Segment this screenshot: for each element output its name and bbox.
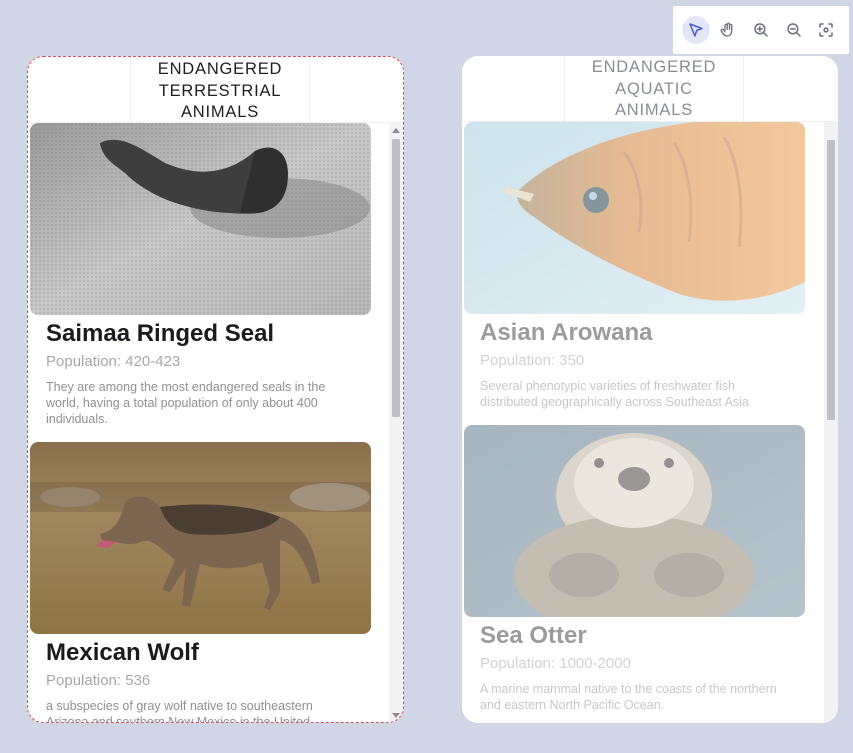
scroll-thumb[interactable] <box>392 139 400 417</box>
panel-title-line: ANIMALS <box>180 103 260 121</box>
animal-name: Saimaa Ringed Seal <box>46 320 275 347</box>
animal-name: Asian Arowana <box>480 319 653 346</box>
animal-name: Mexican Wolf <box>46 639 199 666</box>
fit-screen-icon <box>819 23 834 37</box>
panel-title-line: ENDANGERED <box>157 60 283 78</box>
scroll-up-arrow[interactable] <box>392 128 400 133</box>
animal-description: a subspecies of gray wolf native to sout… <box>46 699 313 722</box>
hand-icon <box>720 22 733 37</box>
animal-description: Several phenotypic varieties of freshwat… <box>480 379 749 409</box>
animal-card[interactable]: Mexican Wolf Population: 536 a subspecie… <box>30 442 371 722</box>
animal-population: Population: 420-423 <box>46 353 181 370</box>
animal-card[interactable]: Asian Arowana Population: 350 Several ph… <box>464 122 805 410</box>
animal-population: Population: 1000-2000 <box>480 655 631 672</box>
pointer-tool-button[interactable] <box>681 16 710 44</box>
canvas-toolbar <box>673 6 849 54</box>
panel-header: ENDANGERED TERRESTRIAL ANIMALS <box>28 57 403 123</box>
panel-title-line: ENDANGERED <box>591 58 717 76</box>
seal-photo <box>30 123 371 315</box>
panel-title: ENDANGERED TERRESTRIAL ANIMALS <box>130 57 310 123</box>
scroll-thumb[interactable] <box>827 140 835 420</box>
wolf-photo <box>30 442 371 634</box>
card-list[interactable]: Asian Arowana Population: 350 Several ph… <box>462 122 824 723</box>
terrestrial-animals-panel[interactable]: ENDANGERED TERRESTRIAL ANIMALS Saimaa Ri… <box>27 56 404 723</box>
animal-description: They are among the most endangered seals… <box>46 380 326 426</box>
animal-population: Population: 350 <box>480 352 585 369</box>
arowana-photo <box>464 122 805 314</box>
panel-header: ENDANGERED AQUATIC ANIMALS <box>462 56 838 122</box>
fit-screen-button[interactable] <box>812 16 840 44</box>
animal-card[interactable]: Saimaa Ringed Seal Population: 420-423 T… <box>30 123 371 427</box>
animal-population: Population: 536 <box>46 672 151 689</box>
zoom-in-button[interactable] <box>747 16 775 44</box>
pointer-icon <box>688 23 703 37</box>
animal-description: A marine mammal native to the coasts of … <box>480 682 777 712</box>
vertical-scrollbar[interactable] <box>389 123 403 722</box>
aquatic-animals-panel[interactable]: ENDANGERED AQUATIC ANIMALS Asian Arowana… <box>462 56 838 723</box>
zoom-in-icon <box>754 23 768 37</box>
hand-tool-button[interactable] <box>714 16 742 44</box>
panel-title-line: TERRESTRIAL <box>158 81 282 100</box>
zoom-out-icon <box>786 23 801 37</box>
panel-title: ENDANGERED AQUATIC ANIMALS <box>564 56 744 122</box>
card-list[interactable]: Saimaa Ringed Seal Population: 420-423 T… <box>28 123 389 722</box>
animal-name: Sea Otter <box>480 622 587 649</box>
animal-card[interactable]: Sea Otter Population: 1000-2000 A marine… <box>464 425 805 713</box>
panel-title-line: AQUATIC ANIMALS <box>614 79 694 120</box>
sea-otter-photo <box>464 425 805 617</box>
zoom-out-button[interactable] <box>780 16 808 44</box>
scroll-down-arrow[interactable] <box>392 713 400 718</box>
vertical-scrollbar[interactable] <box>824 122 838 723</box>
